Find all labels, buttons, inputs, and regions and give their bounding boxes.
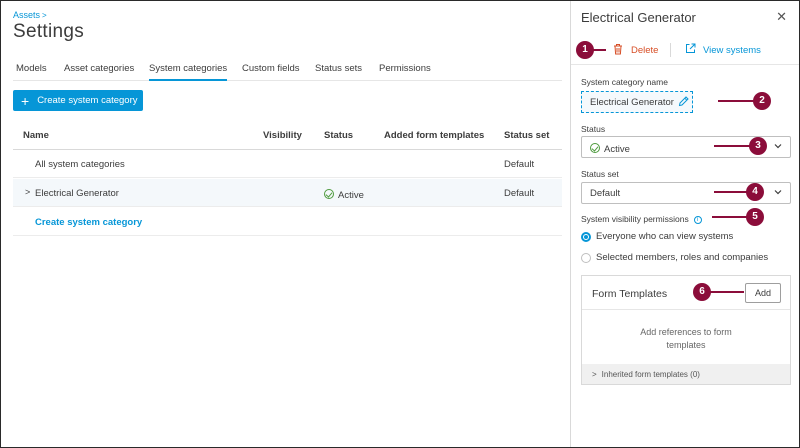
callout-2: 2 — [753, 92, 771, 110]
column-status[interactable]: Status — [324, 130, 353, 141]
view-systems-button[interactable]: View systems — [703, 45, 761, 56]
empty-text: templates — [666, 340, 706, 350]
status-set-label: Status set — [581, 169, 619, 179]
table-row[interactable]: All system categories Default — [13, 150, 562, 178]
create-system-category-link[interactable]: Create system category — [35, 217, 142, 228]
trash-icon[interactable] — [613, 43, 623, 55]
column-name[interactable]: Name — [23, 130, 49, 141]
tab-status-sets[interactable]: Status sets — [315, 63, 362, 81]
tab-models[interactable]: Models — [16, 63, 47, 81]
details-panel: Electrical Generator ✕ Delete View syste… — [570, 1, 799, 447]
row-status-set: Default — [504, 188, 535, 199]
table-row[interactable]: > Electrical Generator Active Default — [13, 179, 562, 207]
tab-custom-fields[interactable]: Custom fields — [242, 63, 300, 81]
column-added-form-templates[interactable]: Added form templates — [384, 130, 484, 141]
close-icon[interactable]: ✕ — [776, 9, 787, 25]
row-status-label: Active — [338, 190, 364, 201]
visibility-option-selected[interactable]: Selected members, roles and companies — [581, 252, 768, 263]
row-status: Active — [324, 188, 364, 201]
chevron-right-icon: > — [42, 11, 47, 20]
settings-tabs: Models Asset categories System categorie… — [13, 63, 562, 81]
divider — [670, 43, 671, 57]
delete-button[interactable]: Delete — [631, 45, 658, 56]
callout-line — [592, 49, 606, 51]
callout-6: 6 — [693, 283, 711, 301]
callout-line — [712, 216, 748, 218]
info-icon[interactable]: i — [693, 216, 702, 224]
breadcrumb[interactable]: Assets > — [13, 10, 47, 20]
category-name-field[interactable]: Electrical Generator — [581, 91, 693, 113]
pencil-icon[interactable] — [678, 96, 689, 107]
table-row: Create system category — [13, 208, 562, 236]
callout-3: 3 — [749, 137, 767, 155]
tab-asset-categories[interactable]: Asset categories — [64, 63, 134, 81]
status-label: Status — [581, 124, 606, 134]
visibility-label-text: System visibility permissions — [581, 214, 689, 224]
callout-line — [714, 191, 750, 193]
empty-text: Add references to form — [640, 327, 732, 337]
settings-main: Assets > Settings Models Asset categories… — [1, 1, 570, 447]
chevron-down-icon — [774, 144, 782, 149]
row-status-set: Default — [504, 159, 535, 170]
check-circle-icon — [324, 189, 334, 199]
create-system-category-button[interactable]: + Create system category — [13, 90, 143, 111]
callout-4: 4 — [746, 183, 764, 201]
form-templates-title: Form Templates — [592, 288, 668, 300]
radio-selected[interactable] — [581, 231, 591, 242]
tab-permissions[interactable]: Permissions — [379, 63, 431, 81]
form-templates-header: Form Templates Add — [582, 276, 790, 310]
inherited-form-templates[interactable]: > Inherited form templates (0) — [582, 364, 790, 384]
page-title: Settings — [13, 21, 85, 42]
chevron-right-icon[interactable]: > — [25, 187, 30, 197]
external-link-icon[interactable] — [685, 43, 696, 54]
row-name: All system categories — [35, 159, 125, 170]
create-button-label: Create system category — [37, 95, 138, 106]
panel-title: Electrical Generator — [581, 10, 696, 25]
panel-actions: Delete View systems — [571, 37, 799, 65]
callout-line — [710, 291, 744, 293]
callout-5: 5 — [746, 208, 764, 226]
status-set-value: Default — [590, 188, 621, 199]
category-name-value: Electrical Generator — [590, 97, 674, 108]
name-label: System category name — [581, 77, 668, 87]
table-header: Name Visibility Status Added form templa… — [13, 122, 562, 150]
callout-line — [714, 145, 750, 147]
radio-label: Selected members, roles and companies — [596, 252, 769, 263]
add-form-template-button[interactable]: Add — [745, 283, 781, 303]
column-status-set[interactable]: Status set — [504, 130, 549, 141]
visibility-label: System visibility permissions i — [581, 214, 702, 224]
form-templates-card: Form Templates Add Add references to for… — [581, 275, 791, 385]
radio-label: Everyone who can view systems — [596, 231, 734, 242]
callout-1: 1 — [576, 41, 594, 59]
chevron-right-icon: > — [592, 370, 597, 379]
tab-system-categories[interactable]: System categories — [149, 63, 228, 81]
breadcrumb-assets[interactable]: Assets — [13, 10, 40, 20]
inherited-label: Inherited form templates (0) — [601, 370, 700, 379]
status-value: Active — [604, 144, 630, 155]
row-name: Electrical Generator — [35, 188, 119, 199]
column-visibility[interactable]: Visibility — [263, 130, 302, 141]
visibility-option-everyone[interactable]: Everyone who can view systems — [581, 231, 733, 242]
callout-line — [718, 100, 754, 102]
check-circle-icon — [590, 143, 600, 153]
plus-icon: + — [21, 92, 30, 109]
form-templates-empty: Add references to form templates — [582, 326, 790, 352]
radio-unselected[interactable] — [581, 252, 591, 263]
chevron-down-icon — [774, 190, 782, 195]
